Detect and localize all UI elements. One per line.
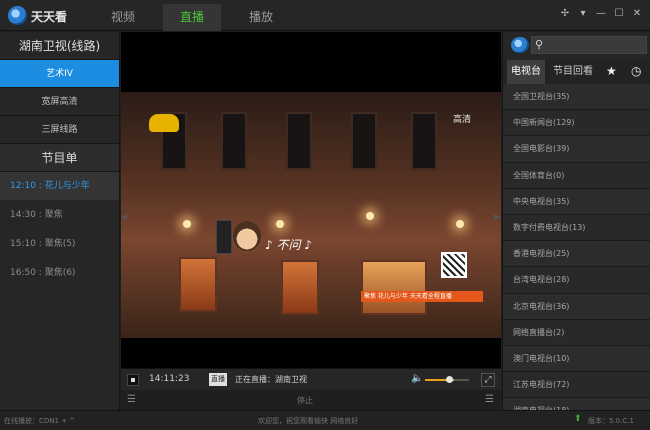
collapse-left-icon[interactable]: ◀ [121, 212, 127, 221]
status-version: 版本：5.0.C.1 [588, 417, 634, 425]
tab-video[interactable]: 视频 [94, 4, 152, 31]
list-item[interactable]: 江苏电视台(72) [503, 372, 650, 399]
line-item-2[interactable]: 宽屏高清 [0, 88, 119, 116]
list-item[interactable]: 网络直播台(2) [503, 319, 650, 346]
fullscreen-icon[interactable]: ⤢ [481, 373, 495, 387]
list-item[interactable]: 全国体育台(0) [503, 162, 650, 189]
host-avatar [233, 221, 261, 251]
hd-label: 高清 [453, 115, 472, 125]
current-channel-title: 湖南卫视(线路) [0, 32, 119, 60]
list-item[interactable]: 中央电视台(35) [503, 188, 650, 215]
volume-handle[interactable] [446, 376, 453, 383]
upgrade-icon[interactable]: ⬆ [574, 414, 582, 424]
list-item[interactable]: 数字付费电视台(13) [503, 214, 650, 242]
search-input[interactable]: ⚲ [531, 36, 647, 54]
volume-icon[interactable]: 🔈 [411, 373, 423, 384]
channel-category-list: 全国卫视台(35) 中国新闻台(129) 全国电影台(39) 全国体育台(0) … [503, 84, 650, 425]
favorites-icon[interactable]: ★ [606, 64, 617, 78]
menu-icon[interactable]: ▾ [576, 7, 590, 21]
channel-line-panel: 湖南卫视(线路) 艺术IV 宽屏高清 三屏线路 节目单 12:10 : 花儿与少… [0, 32, 120, 410]
program-item[interactable]: 14:30 : 聚焦 [0, 201, 119, 230]
list-item[interactable]: 台湾电视台(28) [503, 267, 650, 294]
search-logo-icon [511, 37, 529, 53]
tab-tv-stations[interactable]: 电视台 [507, 60, 545, 84]
program-item[interactable]: 12:10 : 花儿与少年 [0, 172, 119, 201]
list-right-icon[interactable]: ☰ [485, 394, 494, 405]
program-item[interactable]: 15:10 : 聚焦(5) [0, 230, 119, 259]
maximize-icon[interactable]: ☐ [612, 7, 626, 21]
channel-logo-icon [149, 114, 179, 132]
stop-label[interactable]: 停止 [297, 395, 313, 406]
close-icon[interactable]: ✕ [630, 7, 644, 21]
player-subbar: ☰ 停止 ☰ [121, 390, 501, 410]
status-message: 欢迎您，祝您观看愉快 网络良好 [258, 417, 359, 425]
minimize-icon[interactable]: — [594, 7, 608, 21]
list-item[interactable]: 全国卫视台(35) [503, 84, 650, 111]
channel-list-panel: ⚲ 电视台 节目回看 ★ ◷ 全国卫视台(35) 中国新闻台(129) 全国电影… [502, 32, 650, 425]
tab-playback[interactable]: 播放 [232, 4, 290, 31]
now-playing-text: 正在直播：湖南卫视 [235, 375, 307, 384]
live-badge: 直播 [209, 373, 227, 386]
player-controls: 14:11:23 直播 正在直播：湖南卫视 🔈 ⤢ [121, 368, 501, 390]
list-item[interactable]: 中国新闻台(129) [503, 110, 650, 137]
video-player[interactable]: 高清 ♪ 不问 ♪ 聚焦 花儿与少年 天天看全程直播 ◀ ▶ [121, 32, 501, 368]
channel-tabs: 电视台 节目回看 ★ ◷ [503, 60, 650, 84]
pin-icon[interactable]: ✢ [558, 7, 572, 21]
video-overlay-box [216, 220, 232, 254]
app-window: 天天看 视频 直播 播放 ✢ ▾ — ☐ ✕ 湖南卫视(线路) 艺术IV 宽屏高… [0, 0, 650, 430]
current-time: 14:11:23 [149, 374, 190, 384]
list-item[interactable]: 澳门电视台(10) [503, 345, 650, 373]
app-name: 天天看 [31, 10, 68, 24]
status-bar: 在线播放：CDN1 + ^ 欢迎您，祝您观看愉快 网络良好 ⬆ 版本：5.0.C… [0, 410, 650, 430]
status-connection: 在线播放：CDN1 + ^ [4, 417, 76, 425]
list-item[interactable]: 香港电视台(25) [503, 241, 650, 268]
list-left-icon[interactable]: ☰ [127, 394, 136, 405]
tab-live[interactable]: 直播 [163, 4, 221, 31]
list-item[interactable]: 全国电影台(39) [503, 136, 650, 163]
line-item-1[interactable]: 艺术IV [0, 60, 119, 88]
list-item[interactable]: 北京电视台(36) [503, 293, 650, 320]
history-icon[interactable]: ◷ [631, 64, 641, 78]
qr-code-icon [441, 252, 467, 278]
ticker-banner: 聚焦 花儿与少年 天天看全程直播 [361, 291, 483, 302]
collapse-right-icon[interactable]: ▶ [494, 212, 500, 221]
app-logo-icon [8, 6, 27, 25]
program-item[interactable]: 16:50 : 聚焦(6) [0, 259, 119, 288]
title-bar: 天天看 视频 直播 播放 ✢ ▾ — ☐ ✕ [0, 0, 650, 31]
line-item-3[interactable]: 三屏线路 [0, 116, 119, 144]
stop-button[interactable] [127, 374, 139, 386]
schedule-heading: 节目单 [0, 144, 119, 172]
tab-replay[interactable]: 节目回看 [549, 60, 597, 84]
lyric-overlay: ♪ 不问 ♪ [265, 238, 312, 252]
search-icon[interactable]: ⚲ [535, 38, 543, 51]
